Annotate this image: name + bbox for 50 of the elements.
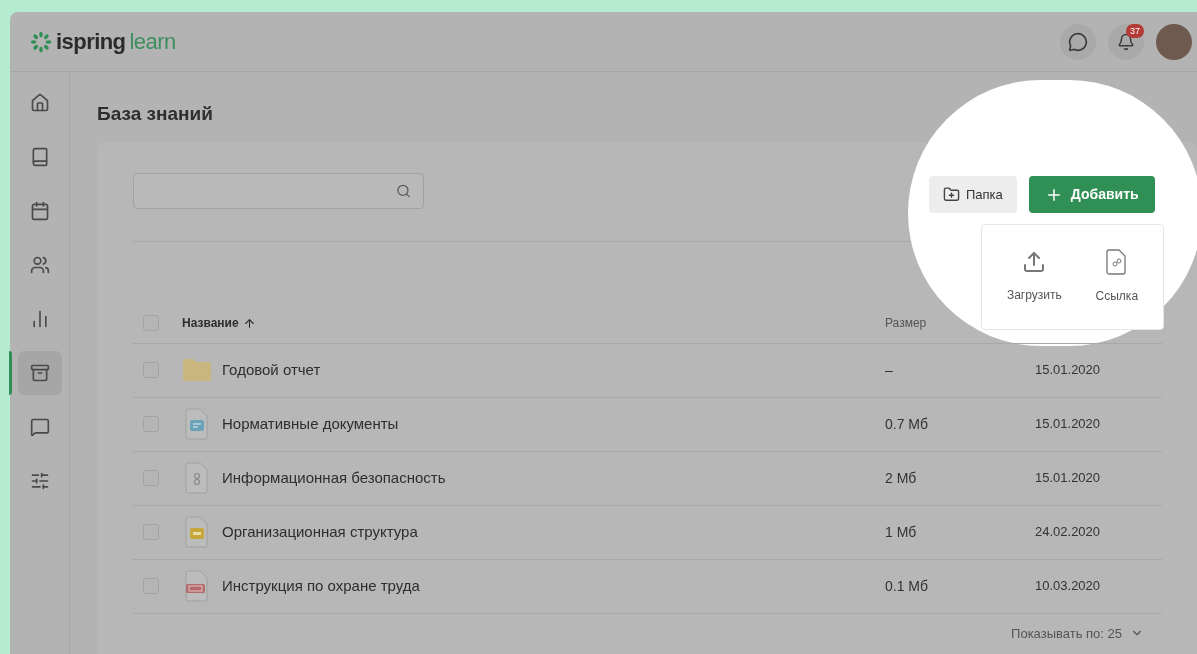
page-size-label[interactable]: Показывать по: 25 — [1011, 623, 1122, 643]
file-size: 0.1 Мб — [885, 576, 930, 596]
file-size: 1 Мб — [885, 522, 918, 542]
file-size: 0.7 Мб — [885, 414, 930, 434]
add-button[interactable]: Добавить — [1028, 176, 1155, 213]
link-file-icon — [1105, 249, 1128, 275]
file-size: 2 Мб — [885, 468, 918, 488]
calendar-icon — [29, 201, 50, 221]
file-name[interactable]: Нормативные документы — [222, 412, 399, 436]
file-date: 15.01.2020 — [1035, 361, 1101, 380]
file-date: 15.01.2020 — [1035, 469, 1101, 488]
file-date: 15.01.2020 — [1035, 415, 1101, 434]
notifications-button[interactable]: 37 — [1108, 23, 1144, 60]
logo-brand: ispring — [56, 28, 126, 56]
logo-product: learn — [129, 28, 176, 56]
chat-button[interactable] — [1060, 23, 1096, 60]
bell-icon — [1117, 32, 1135, 51]
file-date: 24.02.2020 — [1035, 523, 1101, 542]
folder-icon — [182, 358, 212, 382]
document-file-icon — [185, 408, 209, 440]
home-icon — [29, 93, 50, 113]
folder-button[interactable]: Папка — [929, 176, 1017, 213]
upload-icon — [1022, 250, 1047, 274]
pdf-file-icon — [185, 570, 209, 602]
file-name[interactable]: Организационная структура — [222, 520, 418, 544]
presentation-file-icon — [185, 516, 209, 548]
logo-icon — [30, 30, 52, 53]
file-name[interactable]: Инструкция по охране труда — [222, 574, 420, 598]
file-date: 10.03.2020 — [1035, 577, 1101, 596]
page-title: База знаний — [97, 102, 214, 126]
message-icon — [29, 417, 50, 437]
notification-badge: 37 — [1126, 23, 1144, 38]
folder-plus-icon — [943, 186, 960, 203]
settings-icon — [29, 471, 50, 491]
column-header[interactable]: Размер — [885, 315, 927, 331]
file-size: – — [885, 360, 894, 380]
sidebar-item[interactable] — [17, 351, 62, 395]
file-name[interactable]: Информационная безопасность — [222, 466, 446, 490]
active-indicator — [9, 351, 12, 395]
file-name[interactable]: Годовой отчет — [222, 358, 321, 382]
chat-icon — [1068, 31, 1088, 52]
archive-icon — [29, 363, 50, 383]
archive-file-icon — [185, 462, 209, 494]
search-field[interactable] — [133, 172, 424, 209]
avatar[interactable] — [1156, 23, 1192, 60]
search-icon — [395, 182, 411, 199]
add-menu-item[interactable]: Загрузить — [1006, 250, 1062, 304]
add-menu-item[interactable]: Ссылка — [1095, 249, 1139, 305]
column-header[interactable]: Название — [182, 315, 239, 331]
users-icon — [29, 255, 50, 275]
